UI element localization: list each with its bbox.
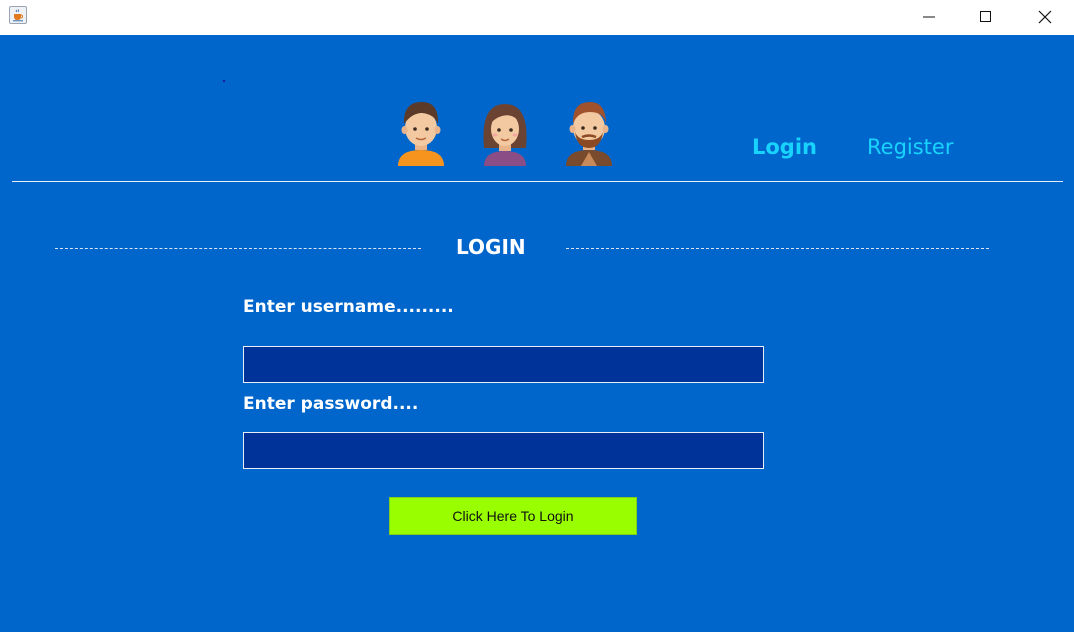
- close-icon: [1038, 10, 1052, 23]
- nav-login-link[interactable]: Login: [752, 135, 817, 159]
- minimize-button[interactable]: [900, 0, 958, 33]
- login-button[interactable]: Click Here To Login: [389, 497, 637, 535]
- password-field[interactable]: [243, 432, 764, 469]
- username-field[interactable]: [243, 346, 764, 383]
- girl-avatar-icon: [478, 98, 532, 166]
- nav-register-link[interactable]: Register: [867, 135, 953, 159]
- close-button[interactable]: [1016, 0, 1074, 33]
- bearded-man-avatar-icon: [562, 98, 616, 166]
- window-titlebar: [0, 0, 1074, 35]
- dashed-rule-left: [55, 248, 421, 249]
- username-label: Enter username.........: [243, 297, 454, 317]
- password-label: Enter password....: [243, 394, 419, 414]
- dashed-rule-right: [566, 248, 989, 249]
- page-title: LOGIN: [456, 235, 526, 259]
- maximize-icon: [980, 10, 991, 22]
- login-panel: Login Register LOGIN Enter username.....…: [0, 35, 1074, 632]
- minimize-icon: [923, 16, 935, 17]
- stray-pixel: [223, 80, 225, 82]
- maximize-button[interactable]: [957, 0, 1015, 33]
- header-divider: [12, 181, 1063, 182]
- java-cup-icon[interactable]: [9, 6, 27, 24]
- boy-avatar-icon: [394, 98, 448, 166]
